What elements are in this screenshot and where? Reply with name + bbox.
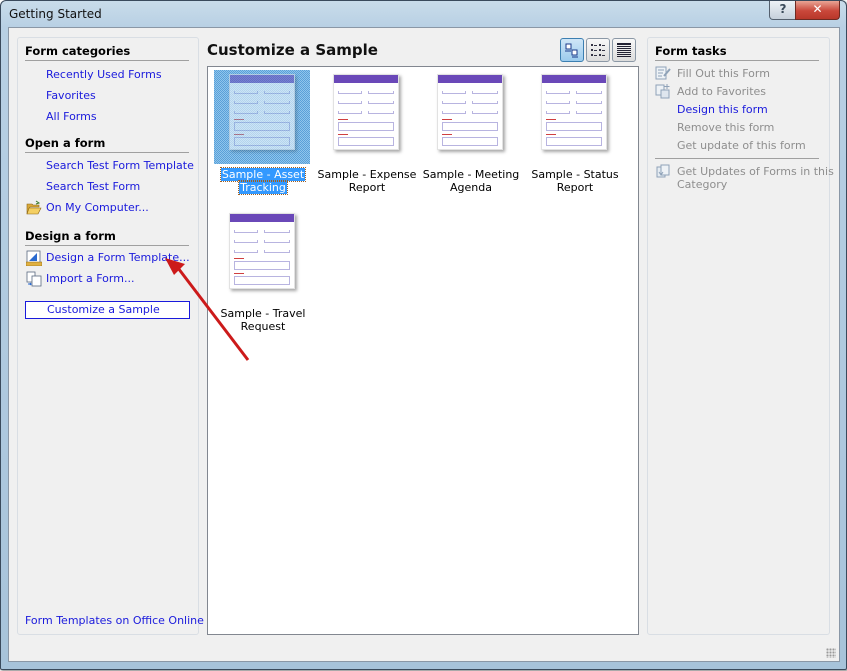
sample-gallery: Sample - Asset Tracking Sample - Expense R… [207, 66, 639, 635]
link-import-a-form[interactable]: Import a Form... [46, 272, 134, 285]
open-a-form-heading: Open a form [25, 136, 106, 150]
details-view-icon [617, 43, 631, 57]
form-tasks-heading: Form tasks [655, 44, 727, 58]
sample-caption: Sample - Status Report [531, 168, 619, 194]
customize-a-sample-label: Customize a Sample [47, 303, 160, 316]
window-title: Getting Started [9, 7, 102, 21]
left-task-pane: Form categories Recently Used Forms Favo… [17, 37, 204, 635]
sample-tile-meeting-agenda[interactable]: Sample - Meeting Agenda [421, 69, 521, 209]
sample-caption: Sample - Expense Report [317, 168, 417, 194]
design-template-icon [26, 250, 42, 266]
form-thumbnail [333, 74, 399, 150]
form-tasks-pane: Form tasks Fill Out this Form Add to Fav… [647, 37, 834, 635]
task-get-update-of-this-form[interactable]: Get update of this form [677, 139, 806, 152]
sample-tile-expense-report[interactable]: Sample - Expense Report [317, 69, 417, 209]
title-bar[interactable]: Getting Started ? ✕ [1, 1, 846, 27]
sample-tile-status-report[interactable]: Sample - Status Report [525, 69, 625, 209]
divider [655, 158, 819, 159]
task-remove-this-form[interactable]: Remove this form [677, 121, 774, 134]
details-view-button[interactable] [612, 38, 636, 62]
link-favorites[interactable]: Favorites [46, 89, 96, 102]
link-search-test-form-template[interactable]: Search Test Form Template [46, 159, 194, 172]
sample-tile-asset-tracking[interactable]: Sample - Asset Tracking [213, 69, 313, 209]
task-get-updates-of-forms-in-category[interactable]: Get Updates of Forms in this Category [677, 165, 834, 191]
sample-tile-travel-request[interactable]: Sample - Travel Request [213, 208, 313, 348]
task-design-this-form[interactable]: Design this form [677, 103, 768, 116]
get-updates-icon [656, 164, 670, 178]
close-button[interactable]: ✕ [795, 1, 840, 20]
form-categories-heading: Form categories [25, 44, 131, 58]
form-thumbnail [437, 74, 503, 150]
form-thumbnail [541, 74, 607, 150]
fill-out-form-icon [655, 66, 671, 80]
divider [655, 60, 819, 61]
sample-caption: Sample - Travel Request [220, 307, 306, 333]
center-title: Customize a Sample [207, 41, 378, 59]
getting-started-dialog: Getting Started ? ✕ Form categories Rece… [0, 0, 847, 670]
link-design-a-form-template[interactable]: Design a Form Template... [46, 251, 190, 264]
import-form-icon [26, 271, 42, 287]
resize-grip[interactable] [826, 648, 836, 658]
help-button[interactable]: ? [769, 1, 797, 20]
link-form-templates-office-online[interactable]: Form Templates on Office Online [25, 614, 204, 627]
link-search-test-form[interactable]: Search Test Form [46, 180, 140, 193]
dialog-client: Form categories Recently Used Forms Favo… [8, 27, 840, 662]
link-recently-used-forms[interactable]: Recently Used Forms [46, 68, 162, 81]
divider [25, 60, 189, 61]
divider [25, 152, 189, 153]
list-view-icon [591, 44, 605, 56]
link-on-my-computer[interactable]: On My Computer... [46, 201, 149, 214]
link-all-forms[interactable]: All Forms [46, 110, 97, 123]
link-customize-a-sample[interactable]: Customize a Sample [25, 301, 190, 319]
list-view-button[interactable] [586, 38, 610, 62]
design-a-form-heading: Design a form [25, 229, 116, 243]
sample-caption: Sample - Asset Tracking [219, 167, 307, 195]
large-icons-view-button[interactable] [560, 38, 584, 62]
form-thumbnail [229, 74, 295, 150]
sample-caption: Sample - Meeting Agenda [422, 168, 520, 194]
folder-open-icon [26, 200, 42, 215]
task-add-to-favorites[interactable]: Add to Favorites [677, 85, 766, 98]
form-thumbnail [229, 213, 295, 289]
add-favorites-icon [655, 84, 670, 99]
divider [25, 245, 189, 246]
task-fill-out-this-form[interactable]: Fill Out this Form [677, 67, 770, 80]
large-icons-view-icon [565, 43, 578, 58]
